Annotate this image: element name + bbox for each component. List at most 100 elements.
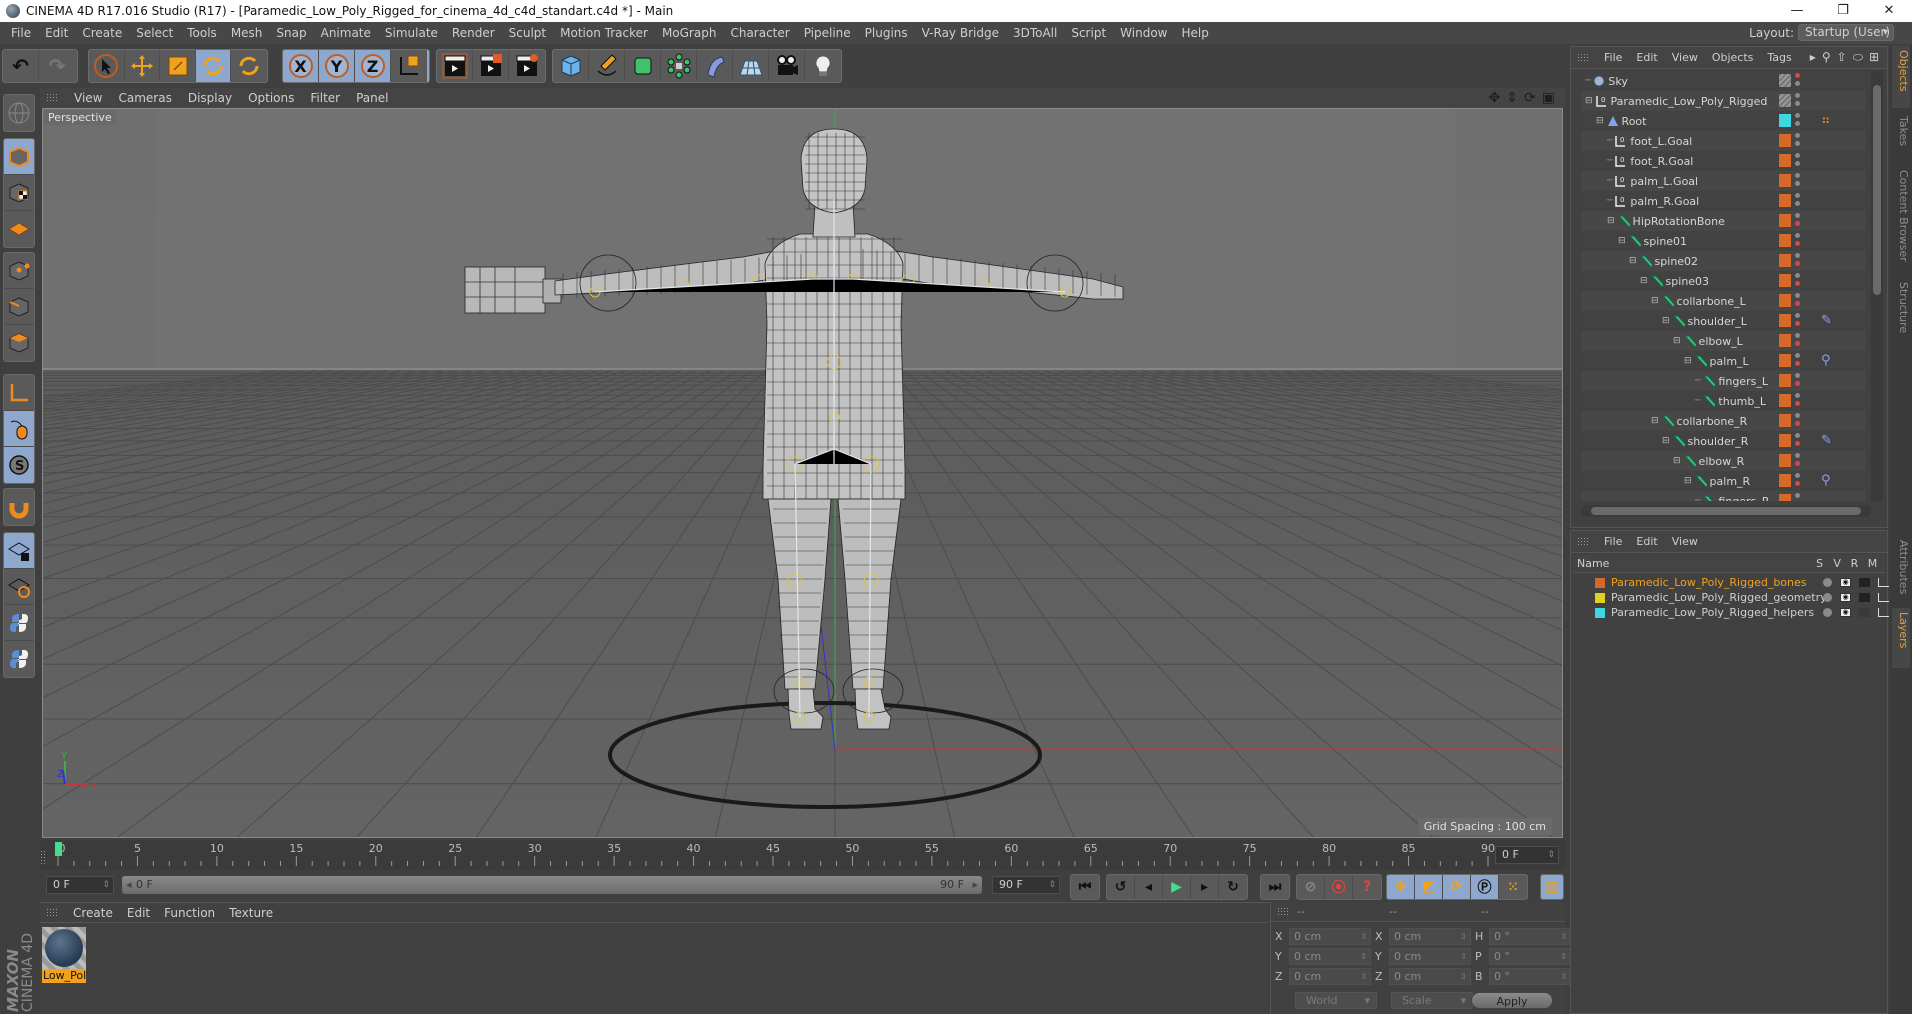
coordinate-system-button[interactable] [391, 50, 427, 82]
rotation-field[interactable]: 0 ° [1489, 928, 1571, 945]
psr-constraint-tag-icon[interactable]: ⚲ [1821, 353, 1831, 368]
workplane-lock-button[interactable] [4, 533, 34, 569]
panel-grip-icon[interactable] [46, 93, 58, 103]
layer-color-swatch[interactable] [1779, 214, 1791, 227]
visibility-dots[interactable] [1795, 493, 1800, 501]
layer-menu-edit[interactable]: Edit [1629, 535, 1664, 548]
object-menu-view[interactable]: View [1665, 51, 1705, 64]
manager-hierarchy-icon[interactable] [1878, 593, 1889, 602]
visibility-dots[interactable] [1795, 293, 1800, 309]
menu-window[interactable]: Window [1113, 26, 1174, 40]
render-clapboard-icon[interactable] [1859, 578, 1870, 587]
collapse-toggle-icon[interactable]: ⊟ [1651, 416, 1659, 426]
object-row[interactable]: ⊟ palm_L ⚲ [1581, 351, 1866, 371]
visibility-dots[interactable] [1795, 133, 1800, 149]
menu-script[interactable]: Script [1064, 26, 1113, 40]
layer-visible-column[interactable]: V [1833, 557, 1850, 570]
layer-color-swatch[interactable] [1779, 114, 1791, 127]
light-button[interactable] [805, 50, 841, 82]
goto-end-button[interactable]: ⏭ [1261, 875, 1289, 899]
next-key-button[interactable]: ↻ [1219, 875, 1247, 899]
prev-key-button[interactable]: ↺ [1107, 875, 1135, 899]
viewport-menu-cameras[interactable]: Cameras [110, 91, 179, 105]
range-right-arrow-icon[interactable]: ▸ [972, 876, 978, 894]
collapse-toggle-icon[interactable]: ⊟ [1651, 296, 1659, 306]
bookmark-icon[interactable]: ⬭ [1853, 50, 1863, 65]
viewport-menu-display[interactable]: Display [180, 91, 240, 105]
dolly-view-icon[interactable]: ⇕ [1506, 90, 1518, 106]
layer-color-swatch[interactable] [1779, 234, 1791, 247]
key-pla-button[interactable]: ⁙ [1499, 875, 1527, 899]
menu-render[interactable]: Render [445, 26, 502, 40]
material-swatch[interactable]: Low_Pol [42, 927, 86, 983]
position-field[interactable]: 0 cm [1289, 968, 1371, 985]
ik-tag-icon[interactable]: ✎ [1821, 433, 1832, 448]
camera-button[interactable] [769, 50, 805, 82]
record-keys-button[interactable]: ⦿ [1325, 875, 1353, 899]
menu-mograph[interactable]: MoGraph [655, 26, 724, 40]
layer-color-swatch[interactable] [1779, 434, 1791, 447]
solo-mode-button[interactable]: S [4, 447, 34, 483]
menu-sculpt[interactable]: Sculpt [502, 26, 553, 40]
size-field[interactable]: 0 cm [1389, 948, 1471, 965]
visibility-dots[interactable] [1795, 313, 1800, 329]
layer-color-swatch[interactable] [1779, 334, 1791, 347]
layer-color-swatch[interactable] [1779, 194, 1791, 207]
collapse-toggle-icon[interactable]: ⊟ [1640, 276, 1648, 286]
perspective-viewport[interactable]: Y X Z Perspective Grid Spacing : 100 cm [42, 108, 1563, 838]
layer-color-swatch[interactable] [1595, 607, 1605, 618]
goto-start-button[interactable]: ⏮ [1071, 875, 1099, 899]
scale-button[interactable] [160, 50, 196, 82]
layout-dropdown[interactable]: Startup (User) [1798, 24, 1894, 41]
eye-icon[interactable]: ◉ [1840, 608, 1851, 617]
collapse-toggle-icon[interactable]: ⊟ [1629, 256, 1637, 266]
object-row[interactable]: ⊟ shoulder_L ✎ [1581, 311, 1866, 331]
menu-plugins[interactable]: Plugins [858, 26, 915, 40]
layer-render-column[interactable]: R [1851, 557, 1868, 570]
object-row[interactable]: ─ Sky [1581, 71, 1866, 91]
psr-constraint-tag-icon[interactable]: ⚲ [1821, 473, 1831, 488]
move-button[interactable] [125, 50, 161, 82]
y-axis-lock-button[interactable]: Y [319, 50, 355, 82]
workplane-mode-button[interactable] [4, 211, 34, 247]
visibility-dots[interactable] [1795, 113, 1800, 129]
layer-color-swatch[interactable] [1779, 314, 1791, 327]
object-row[interactable]: ⊟ spine01 [1581, 231, 1866, 251]
tab-structure[interactable]: Structure [1892, 278, 1910, 358]
object-row[interactable]: ─ fingers_R [1581, 491, 1866, 501]
more-menu-arrow-icon[interactable]: ▸ [1810, 50, 1816, 65]
eye-icon[interactable]: ◉ [1840, 578, 1851, 587]
close-button[interactable]: ✕ [1866, 0, 1912, 22]
size-field[interactable]: 0 cm [1389, 928, 1471, 945]
render-view-button[interactable] [437, 50, 473, 82]
layer-color-swatch[interactable] [1595, 592, 1605, 603]
visibility-dots[interactable] [1795, 173, 1800, 189]
layer-color-swatch[interactable] [1779, 394, 1791, 407]
bend-deformer-button[interactable] [697, 50, 733, 82]
menu-create[interactable]: Create [75, 26, 129, 40]
pen-spline-button[interactable] [589, 50, 625, 82]
visibility-dots[interactable] [1795, 93, 1800, 109]
collapse-toggle-icon[interactable]: ⊟ [1585, 96, 1593, 106]
viewport-menu-filter[interactable]: Filter [302, 91, 348, 105]
menu-character[interactable]: Character [723, 26, 796, 40]
key-position-button[interactable]: ✥ [1387, 875, 1415, 899]
object-row[interactable]: ⊟ elbow_R [1581, 451, 1866, 471]
edges-mode-button[interactable] [4, 289, 34, 325]
viewport-menu-view[interactable]: View [66, 91, 110, 105]
collapse-toggle-icon[interactable]: ⊟ [1596, 116, 1604, 126]
visibility-dots[interactable] [1795, 373, 1800, 389]
manager-hierarchy-icon[interactable] [1878, 608, 1889, 617]
menu-snap[interactable]: Snap [269, 26, 313, 40]
menu-mesh[interactable]: Mesh [224, 26, 270, 40]
visibility-dots[interactable] [1795, 73, 1800, 89]
python-script-2-button[interactable] [4, 641, 34, 677]
viewport-menu-options[interactable]: Options [240, 91, 302, 105]
menu-help[interactable]: Help [1174, 26, 1215, 40]
rotate-view-icon[interactable]: ⟳ [1524, 90, 1536, 106]
timeline-window-button[interactable]: ▥ [1541, 875, 1563, 899]
position-field[interactable]: 0 cm [1289, 928, 1371, 945]
object-row[interactable]: ─ 0 palm_L.Goal [1581, 171, 1866, 191]
x-axis-lock-button[interactable]: X [283, 50, 319, 82]
layer-color-swatch[interactable] [1779, 154, 1791, 167]
